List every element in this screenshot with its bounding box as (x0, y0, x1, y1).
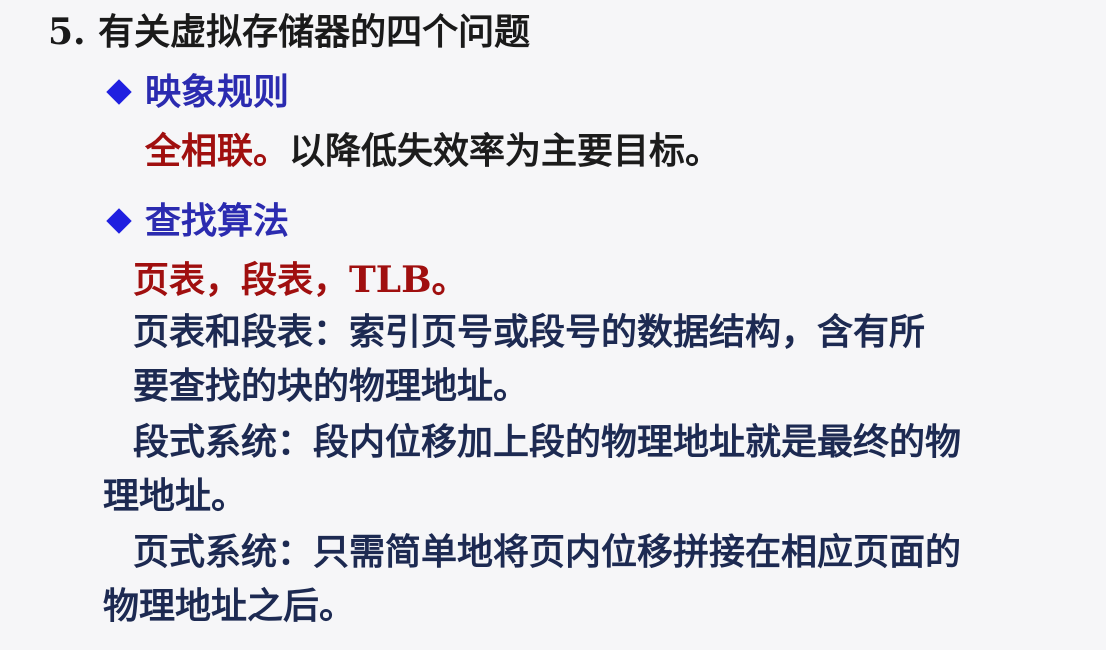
mapping-rule-text: 全相联。以降低失效率为主要目标。 (145, 133, 721, 169)
bullet-heading: 查找算法 (145, 200, 290, 242)
diamond-bullet-icon (106, 79, 132, 105)
mapping-description: 以降低失效率为主要目标。 (289, 130, 722, 172)
paragraph-line: 理地址。 (103, 475, 248, 517)
paragraph-line: 物理地址之后。 (103, 585, 356, 627)
slide: 5. 有关虚拟存储器的四个问题 映象规则 全相联。以降低失效率为主要目标。 查找… (0, 0, 1106, 650)
slide-title: 5. 有关虚拟存储器的四个问题 (48, 11, 531, 53)
paragraph-line: 段式系统：段内位移加上段的物理地址就是最终的物 (133, 421, 962, 463)
paragraph-line: 页表和段表：索引页号或段号的数据结构，含有所 (133, 311, 926, 353)
bullet-lookup-algorithm: 查找算法 (106, 203, 289, 239)
bullet-heading: 映象规则 (145, 71, 290, 113)
lookup-highlight: 页表，段表，TLB。 (133, 259, 468, 301)
paragraph-line: 页式系统：只需简单地将页内位移拼接在相应页面的 (133, 531, 962, 573)
paragraph-line: 要查找的块的物理地址。 (133, 365, 530, 407)
diamond-bullet-icon (106, 208, 132, 234)
mapping-highlight: 全相联。 (145, 130, 290, 172)
bullet-mapping-rule: 映象规则 (106, 74, 289, 110)
